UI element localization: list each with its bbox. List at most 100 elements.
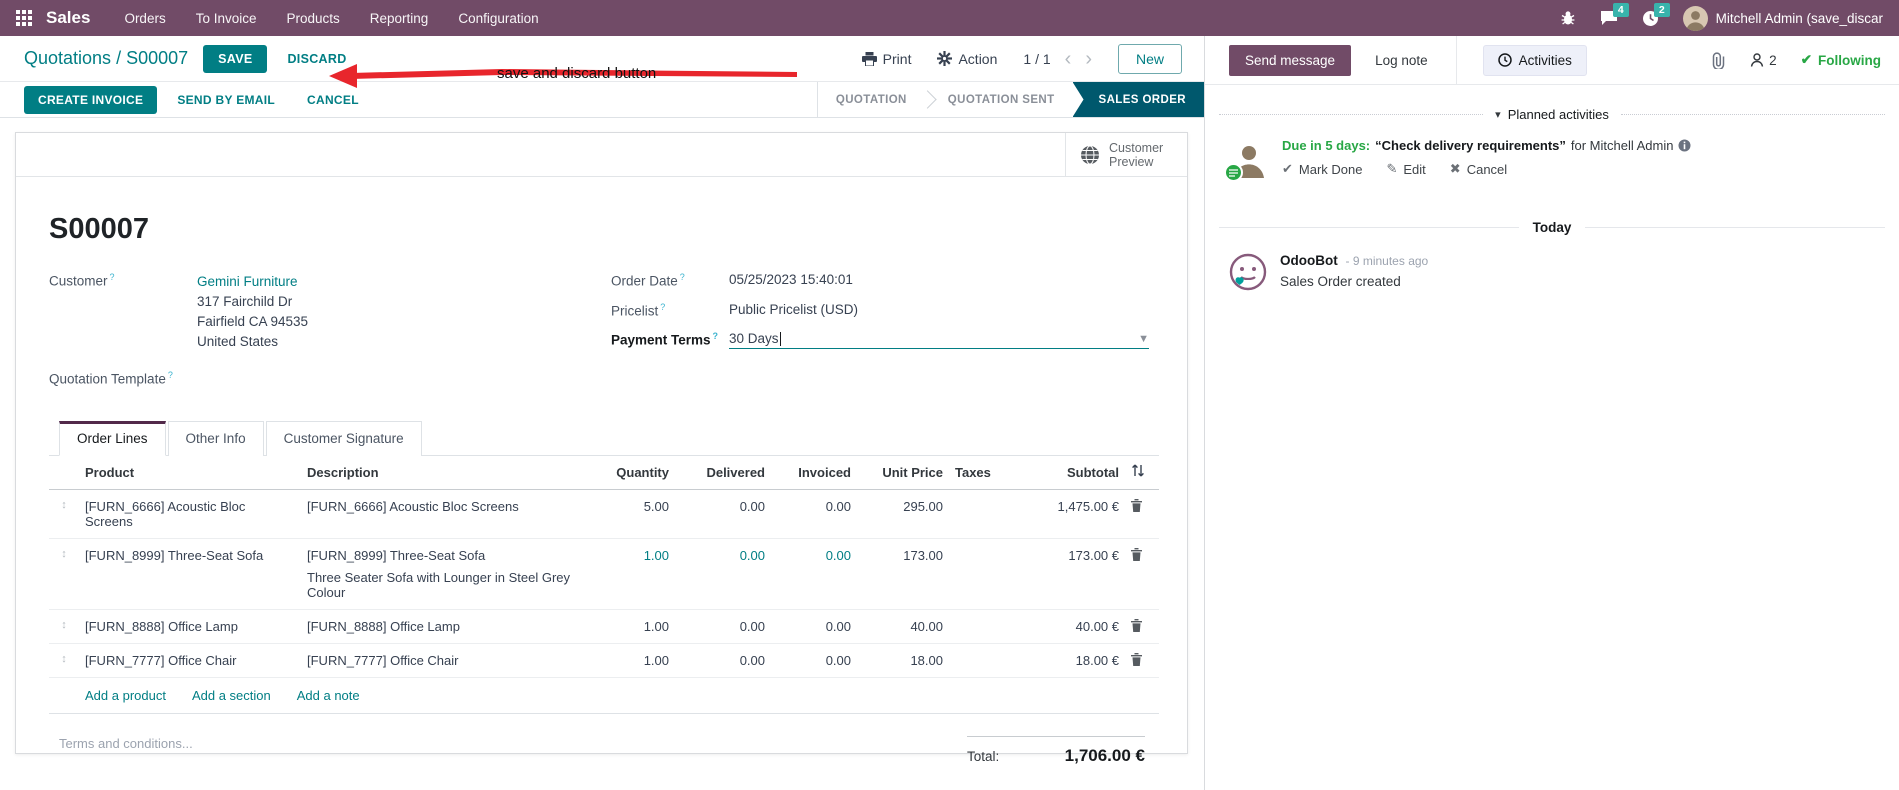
- customer-address-line2: Fairfield CA 94535: [197, 314, 309, 329]
- col-product[interactable]: Product: [79, 456, 301, 489]
- stage-sales-order[interactable]: SALES ORDER: [1072, 82, 1204, 117]
- add-note-link[interactable]: Add a note: [297, 688, 360, 703]
- tab-customer-signature[interactable]: Customer Signature: [265, 420, 422, 456]
- customer-preview-button[interactable]: Customer Preview: [1065, 133, 1187, 176]
- action-button[interactable]: Action: [937, 51, 997, 67]
- table-row[interactable]: ↕ [FURN_7777] Office Chair [FURN_7777] O…: [49, 644, 1159, 678]
- payment-terms-label: Payment Terms?: [611, 331, 719, 348]
- stage-quotation-sent[interactable]: QUOTATION SENT: [930, 82, 1073, 117]
- attachment-paperclip-icon[interactable]: [1711, 51, 1726, 69]
- optional-columns-icon[interactable]: [1131, 464, 1145, 477]
- order-date-value[interactable]: 05/25/2023 15:40:01: [729, 272, 853, 289]
- menu-to-invoice[interactable]: To Invoice: [196, 11, 257, 26]
- messages-icon[interactable]: 4: [1600, 3, 1629, 26]
- help-question-icon: ?: [660, 301, 666, 312]
- message-timestamp: - 9 minutes ago: [1345, 254, 1429, 268]
- send-message-button[interactable]: Send message: [1229, 44, 1352, 76]
- delete-row-icon[interactable]: [1125, 610, 1159, 641]
- activity-title: “Check delivery requirements”: [1375, 138, 1566, 153]
- followers-button[interactable]: 2: [1750, 53, 1777, 68]
- col-invoiced[interactable]: Invoiced: [771, 456, 857, 489]
- col-delivered[interactable]: Delivered: [675, 456, 771, 489]
- table-header: Product Description Quantity Delivered I…: [49, 456, 1159, 490]
- cancel-activity-button[interactable]: ✖ Cancel: [1450, 161, 1507, 177]
- drag-handle-icon[interactable]: ↕: [49, 539, 79, 569]
- pager-next-icon[interactable]: ›: [1085, 49, 1092, 69]
- user-menu[interactable]: Mitchell Admin (save_discar: [1682, 5, 1883, 31]
- pricelist-label: Pricelist?: [611, 301, 666, 319]
- create-invoice-button[interactable]: CREATE INVOICE: [24, 85, 158, 114]
- edit-activity-button[interactable]: ✎ Edit: [1386, 161, 1425, 177]
- clock-icon: [1497, 53, 1512, 67]
- pager-prev-icon[interactable]: ‹: [1065, 49, 1072, 69]
- stage-pipeline: QUOTATION QUOTATION SENT SALES ORDER: [816, 82, 1204, 117]
- user-avatar: [1682, 5, 1708, 31]
- col-description[interactable]: Description: [301, 456, 589, 489]
- new-button[interactable]: New: [1117, 43, 1182, 74]
- mark-done-button[interactable]: ✔ Mark Done: [1282, 161, 1362, 177]
- pager-value: 1 / 1: [1023, 50, 1051, 67]
- menu-reporting[interactable]: Reporting: [370, 11, 429, 26]
- bug-icon[interactable]: [1560, 10, 1576, 26]
- menu-orders[interactable]: Orders: [124, 11, 165, 26]
- col-quantity[interactable]: Quantity: [589, 456, 675, 489]
- pricelist-value[interactable]: Public Pricelist (USD): [729, 302, 858, 319]
- col-unit-price[interactable]: Unit Price: [857, 456, 949, 489]
- delete-row-icon[interactable]: [1125, 539, 1159, 570]
- add-section-link[interactable]: Add a section: [192, 688, 271, 703]
- menu-products[interactable]: Products: [287, 11, 340, 26]
- activity-due: Due in 5 days:: [1282, 138, 1371, 153]
- col-subtotal[interactable]: Subtotal: [1007, 456, 1125, 489]
- total-value: 1,706.00 €: [1064, 745, 1145, 765]
- col-taxes[interactable]: Taxes: [949, 456, 1007, 489]
- activities-button[interactable]: Activities: [1482, 44, 1587, 76]
- chatter-panel: Send message Log note Activities 2 ✔ Fol…: [1205, 36, 1899, 790]
- tab-other-info[interactable]: Other Info: [167, 420, 264, 456]
- send-by-email-button[interactable]: SEND BY EMAIL: [165, 86, 287, 114]
- planned-activities-header[interactable]: ▾ Planned activities: [1219, 107, 1886, 122]
- text-cursor: [779, 331, 781, 346]
- followers-count: 2: [1769, 52, 1777, 68]
- table-row[interactable]: ↕ [FURN_8999] Three-Seat Sofa [FURN_8999…: [49, 539, 1159, 610]
- x-icon: ✖: [1449, 161, 1461, 176]
- activity-assignee: for Mitchell Admin: [1570, 138, 1674, 153]
- message-author[interactable]: OdooBot: [1280, 253, 1338, 268]
- apps-grid-icon[interactable]: [16, 10, 32, 26]
- save-button[interactable]: SAVE: [203, 44, 268, 73]
- menu-configuration[interactable]: Configuration: [458, 11, 538, 26]
- pencil-icon: ✎: [1386, 161, 1398, 176]
- activities-count-badge: 2: [1653, 2, 1670, 17]
- help-question-icon: ?: [679, 272, 685, 282]
- divider: [1620, 114, 1886, 115]
- order-lines-table: Product Description Quantity Delivered I…: [49, 456, 1159, 714]
- tab-order-lines[interactable]: Order Lines: [59, 420, 166, 456]
- collapse-caret-icon: ▾: [1495, 109, 1501, 121]
- delete-row-icon[interactable]: [1125, 644, 1159, 675]
- delete-row-icon[interactable]: [1125, 490, 1159, 521]
- customer-link[interactable]: Gemini Furniture: [197, 272, 308, 291]
- following-button[interactable]: ✔ Following: [1801, 52, 1881, 68]
- main-menu: Orders To Invoice Products Reporting Con…: [124, 11, 538, 26]
- customer-address-line1: 317 Fairchild Dr: [197, 294, 293, 309]
- dropdown-caret-icon[interactable]: ▼: [1138, 333, 1149, 345]
- print-button[interactable]: Print: [861, 51, 911, 67]
- order-total: Total: 1,706.00 €: [967, 735, 1145, 766]
- pager: 1 / 1 ‹ ›: [1023, 49, 1092, 69]
- log-note-button[interactable]: Log note: [1375, 53, 1428, 68]
- check-icon: ✔: [1282, 161, 1293, 176]
- payment-terms-input[interactable]: 30 Days ▼: [729, 331, 1149, 349]
- info-icon[interactable]: [1678, 139, 1691, 152]
- terms-placeholder[interactable]: Terms and conditions...: [59, 736, 193, 766]
- table-row[interactable]: ↕ [FURN_6666] Acoustic Bloc Screens [FUR…: [49, 490, 1159, 539]
- app-name[interactable]: Sales: [46, 8, 90, 28]
- activity-clock-icon[interactable]: 2: [1642, 2, 1670, 27]
- message-body: Sales Order created: [1280, 274, 1401, 289]
- drag-handle-icon[interactable]: ↕: [49, 490, 79, 520]
- drag-handle-icon[interactable]: ↕: [49, 644, 79, 674]
- drag-handle-icon[interactable]: ↕: [49, 610, 79, 640]
- add-product-link[interactable]: Add a product: [85, 688, 166, 703]
- breadcrumb-quotations[interactable]: Quotations: [24, 48, 111, 68]
- customer-preview-label: Customer Preview: [1109, 140, 1164, 169]
- notebook-tabs: Order Lines Other Info Customer Signatur…: [49, 420, 1159, 456]
- table-row[interactable]: ↕ [FURN_8888] Office Lamp [FURN_8888] Of…: [49, 610, 1159, 644]
